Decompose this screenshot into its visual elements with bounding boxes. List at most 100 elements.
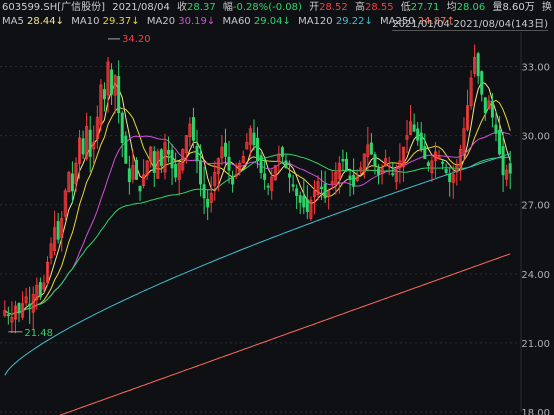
candle [334, 162, 338, 195]
candle [277, 145, 281, 172]
candle [259, 152, 263, 179]
candle [13, 300, 17, 334]
candle-body [195, 145, 199, 162]
candle-body [202, 184, 206, 199]
candle [316, 175, 320, 201]
candle [433, 142, 437, 178]
candle [298, 191, 302, 214]
min-price-label: 21.48 [24, 328, 53, 339]
candle-body [81, 138, 85, 155]
candle [327, 188, 331, 210]
candle [341, 149, 345, 171]
candle [387, 156, 391, 176]
candle [142, 159, 146, 189]
candle-body [494, 124, 498, 134]
y-tick-label: 33.00 [521, 63, 550, 74]
candle [202, 166, 206, 215]
candle [241, 150, 245, 164]
ma-line [4, 153, 511, 316]
candle [455, 158, 459, 186]
candle [78, 129, 82, 179]
candle-body [117, 76, 121, 114]
candle-body [508, 163, 512, 174]
candle [188, 117, 192, 147]
candle [138, 185, 142, 201]
candle-body [199, 160, 203, 185]
candle-body [38, 282, 42, 298]
candle-body [152, 151, 156, 173]
candle [255, 127, 260, 169]
stock-chart-window: 603599.SH[广信股份] 2021/08/04 收28.37 幅-0.28… [0, 0, 554, 415]
candle [352, 158, 356, 195]
candle [401, 146, 405, 182]
candle [302, 178, 306, 215]
candle [330, 170, 334, 190]
candle [391, 162, 395, 177]
candle [437, 149, 441, 160]
y-tick-label: 18.00 [521, 408, 550, 415]
candle [323, 170, 327, 203]
candle [85, 112, 89, 161]
y-tick-label: 27.00 [521, 201, 550, 212]
candle-body [320, 186, 324, 190]
candle [423, 133, 427, 160]
candle-body [227, 156, 231, 171]
candle [127, 155, 131, 195]
candle-body [127, 168, 131, 183]
candle [206, 190, 210, 220]
candle [266, 183, 270, 196]
candle [476, 51, 480, 85]
candle-body [252, 132, 256, 146]
candle-body [441, 161, 445, 164]
candle [28, 286, 32, 324]
candle-body [448, 173, 452, 183]
candle-body [120, 112, 124, 143]
candle [102, 82, 106, 112]
candle [373, 151, 377, 175]
candle-body [341, 158, 345, 162]
candle [95, 105, 99, 149]
candle-body [102, 89, 106, 100]
candlestick-chart[interactable]: 33.00 30.00 27.00 24.00 21.00 18.00 34.20 21.4… [0, 0, 554, 415]
candle-body [134, 159, 138, 180]
candle [92, 125, 96, 165]
candle [312, 180, 316, 215]
candle [291, 174, 295, 192]
candle [305, 185, 309, 220]
candle [110, 63, 114, 105]
candle [67, 170, 71, 193]
candle [181, 148, 185, 174]
candle [81, 130, 85, 159]
ma-line [4, 153, 511, 376]
candle [295, 184, 299, 210]
candle [412, 113, 416, 133]
candle [227, 141, 231, 184]
candle-body [284, 160, 288, 169]
candle [280, 145, 284, 164]
candle-body [419, 132, 423, 150]
candle [6, 306, 10, 325]
y-tick-label: 30.00 [521, 132, 550, 143]
y-tick-label: 21.00 [521, 339, 550, 350]
candle-body [391, 173, 395, 176]
candle-body [280, 147, 284, 157]
candle-body [483, 97, 487, 114]
candle-body [323, 183, 327, 199]
candle-body [223, 142, 227, 157]
y-tick-label: 24.00 [521, 270, 550, 281]
candle-body [17, 303, 21, 314]
candle [362, 153, 366, 179]
candle [480, 70, 484, 102]
candle-body [174, 163, 178, 178]
candle [419, 122, 423, 153]
candle-body [348, 175, 352, 180]
candle-body [498, 129, 502, 155]
candle [63, 188, 67, 221]
candle-body [70, 173, 74, 192]
candle [487, 95, 491, 110]
candle-body [255, 137, 260, 162]
candle [124, 131, 128, 164]
candle [149, 145, 153, 168]
candle [252, 119, 256, 151]
candle [170, 143, 174, 186]
